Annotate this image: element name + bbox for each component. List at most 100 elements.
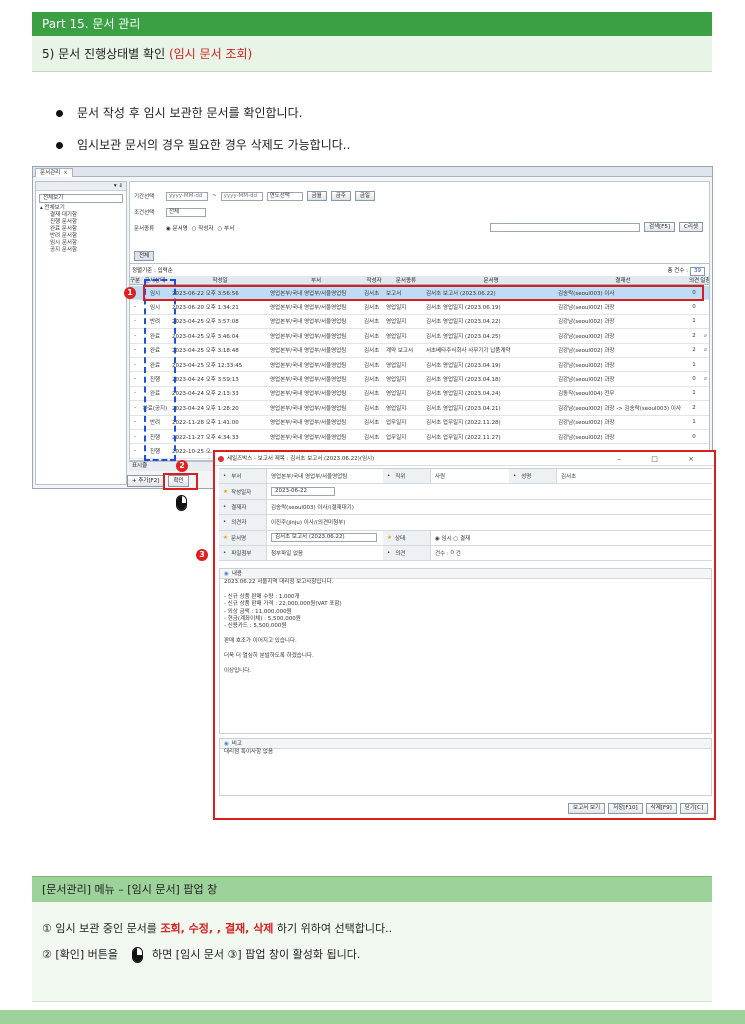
table-row[interactable]: - 완료 2023-04-25 오후 3:18:48 영업본부/국내 영업부/서울영업… [130,344,709,358]
cell-date: 2023-04-25 오후 3:57:08 [172,319,239,326]
tree-item-progress[interactable]: 진행 문서함 [36,219,126,226]
tree-item-pending[interactable]: 결재 대기함 [36,212,126,219]
table-row[interactable]: - 진행 2022-11-27 오후 4:34:33 영업본부/국내 영업부/서울영업… [130,430,709,445]
tree-item-rejected[interactable]: 반려 문서함 [36,233,126,240]
reset-button[interactable]: C리셋 [679,222,703,232]
window-controls[interactable]: – □ × [618,452,708,466]
bullet-text: 문서 작성 후 임시 보관한 문서를 확인합니다. [77,106,303,120]
content-textarea[interactable]: 2023.06.22 서울지역 대리점 보고사항입니다. - 신규 상품 판매 수… [220,579,711,675]
period-label: 기간선택 [134,194,155,200]
add-button[interactable]: + 추가[F2] [127,475,165,487]
col-gubun[interactable]: 구분 [130,276,140,284]
cell-writer: 김서초 [364,434,380,441]
cell-gubun: - [134,376,136,383]
today-button[interactable]: 금일 [354,191,375,201]
explanation-box: ① 임시 보관 중인 문서를 조회, 수정, , 결재, 삭제 하기 위하여 선… [32,902,712,1002]
col-approver[interactable]: 결재선 [558,276,688,284]
cell-kind: 영업일지 [386,333,407,340]
tree-toolbar[interactable]: ▾ ⇓ [36,182,126,191]
close-button[interactable]: 닫기[C] [679,803,708,814]
table-row[interactable]: - 완료 2023-04-25 오후 3:46:04 영업본부/국내 영업부/서울영업… [130,329,709,344]
cell-file [700,358,709,371]
docname-input[interactable]: 김서초 보고서 (2023.06.22) [271,533,377,543]
col-opinion[interactable]: 의견 [688,276,700,284]
this-month-button[interactable]: 금월 [306,191,327,201]
state-radio[interactable]: ◉ 임시 ○ 결재 [431,531,470,545]
tree-item-temporary[interactable]: 임시 문서함 [36,240,126,247]
date-label-text: 작성일자 [230,489,252,496]
col-date[interactable]: 작성일 [172,276,268,284]
table-row[interactable]: - 임시 2023-06-20 오후 1:34:21 영업본부/국내 영업부/서울영업… [130,300,709,315]
remark-section: ◉ 비고 대리점 특이사항 없음 [219,738,712,796]
line1-text-a: ① 임시 보관 중인 문서를 [42,922,161,935]
search-input[interactable] [489,222,640,232]
view-report-button[interactable]: 보고서 보기 [568,803,606,814]
table-row[interactable]: - 반려 2023-04-25 오후 3:57:08 영업본부/국내 영업부/서울영업… [130,315,709,330]
content-line: 더욱 더 열심히 분발하도록 하겠습니다. [224,653,314,660]
total-label: 총 건수 : [667,268,688,274]
table-row[interactable]: - 완료 2023-04-25 오후 12:33:45 영업본부/국내 영업부/서울영… [130,358,709,373]
cell-name: 김서초 영업일지 (2023.04.24) [426,391,501,398]
search-button[interactable]: 검색[F5] [643,222,676,232]
radio-writer[interactable]: ○ 작성자 [192,224,214,232]
file-label: • 파일첨부 [219,545,267,561]
cell-file [700,430,709,443]
cell-dept: 영업본부/국내 영업부/서울영업팀 [270,305,347,312]
table-row[interactable]: - 반려 2022-11-28 오후 1:41:00 영업본부/국내 영업부/서울영업… [130,416,709,430]
all-tab[interactable]: 전체 [134,251,155,261]
cell-file [700,300,709,313]
year-select[interactable]: 연도선택 [266,191,303,201]
this-week-button[interactable]: 금주 [330,191,351,201]
col-file[interactable]: 파일첨부 [700,276,709,284]
col-writer[interactable]: 작성자 [364,276,384,284]
tab-document-management[interactable]: 문서관리 × [35,168,73,177]
date-input[interactable]: 2023-06-22 [271,487,335,497]
cell-kind: 영업일지 [386,377,407,384]
tree-root[interactable]: ▴ 전체보기 [36,205,126,212]
content-line: 판매 호조가 이어지고 있습니다. [224,638,297,645]
close-icon[interactable]: × [63,170,68,176]
info-icon: ◉ [224,741,229,747]
cell-kind: 영업일지 [386,362,407,369]
cell-gubun: - [134,304,136,311]
tree-search-box[interactable]: 전체보기 [39,194,123,203]
rank-label: • 직위 [383,469,431,484]
condition-select[interactable]: 전체 [166,207,206,217]
table-row[interactable]: - 완료 2023-04-24 오후 2:13:33 영업본부/국내 영업부/서울영업… [130,387,709,402]
date-to-input[interactable]: yyyy-MM-dd [220,191,263,201]
grid-info: 정렬기준 : 입력순 총 건수 :39 [132,266,707,276]
table-row[interactable]: - 완료(공지) 2023-04-24 오후 1:28:20 영업본부/국내 영업부/… [130,401,709,416]
section-title-bar: 5) 문서 진행상태별 확인 (임시 문서 조회) [32,36,712,72]
tree-item-notice[interactable]: 공지 문서함 [36,247,126,254]
tree-item-complete[interactable]: 완료 문서함 [36,226,126,233]
table-row[interactable]: - 진행 2023-04-24 오후 3:59:13 영업본부/국내 영업부/서울영업… [130,372,709,387]
delete-button[interactable]: 삭제[F9] [645,803,677,814]
remark-textarea[interactable]: 대리점 특이사항 없음 [220,749,711,756]
cell-opinion: 0 [692,376,696,383]
bullet-1: 문서 작성 후 임시 보관한 문서를 확인합니다. [56,104,302,121]
radio-docname[interactable]: ◉ 문서명 [166,224,188,232]
col-kind[interactable]: 문서종류 [386,276,426,284]
col-name[interactable]: 문서명 [426,276,556,284]
content-line: 2023.06.22 서울지역 대리점 보고사항입니다. [224,579,334,585]
window-tabbar: 문서관리 × [33,167,712,177]
paperclip-icon: ⌀ [703,376,708,383]
col-dept[interactable]: 부서 [270,276,362,284]
cell-kind: 계약 보고서 [386,348,414,355]
paperclip-icon: ⌀ [703,347,708,354]
cell-gubun: - [134,419,136,426]
cell-approver: 김강남(seoul002) 과장 -> 김송락(seoul003) 이사 [558,405,682,412]
cell-gubun: - [134,318,136,325]
rank-label-text: 직위 [395,474,406,481]
save-button[interactable]: 저장[F10] [608,803,643,814]
op-prefix: 건수 : [435,551,449,558]
date-from-input[interactable]: yyyy-MM-dd [166,191,208,201]
radio-dept[interactable]: ○ 부서 [217,224,234,232]
cell-gubun: - [134,448,136,455]
content-line [220,586,711,593]
cell-writer: 김서초 [364,377,380,384]
popup-titlebar: 세일즈박스 - 보고서 제목 : 김서초 보고서 (2023.06.22)(임시… [215,452,714,466]
op-count-link[interactable]: 0 [450,550,454,556]
rank-value: 사원 [435,474,446,481]
cell-opinion: 2 [692,332,696,339]
